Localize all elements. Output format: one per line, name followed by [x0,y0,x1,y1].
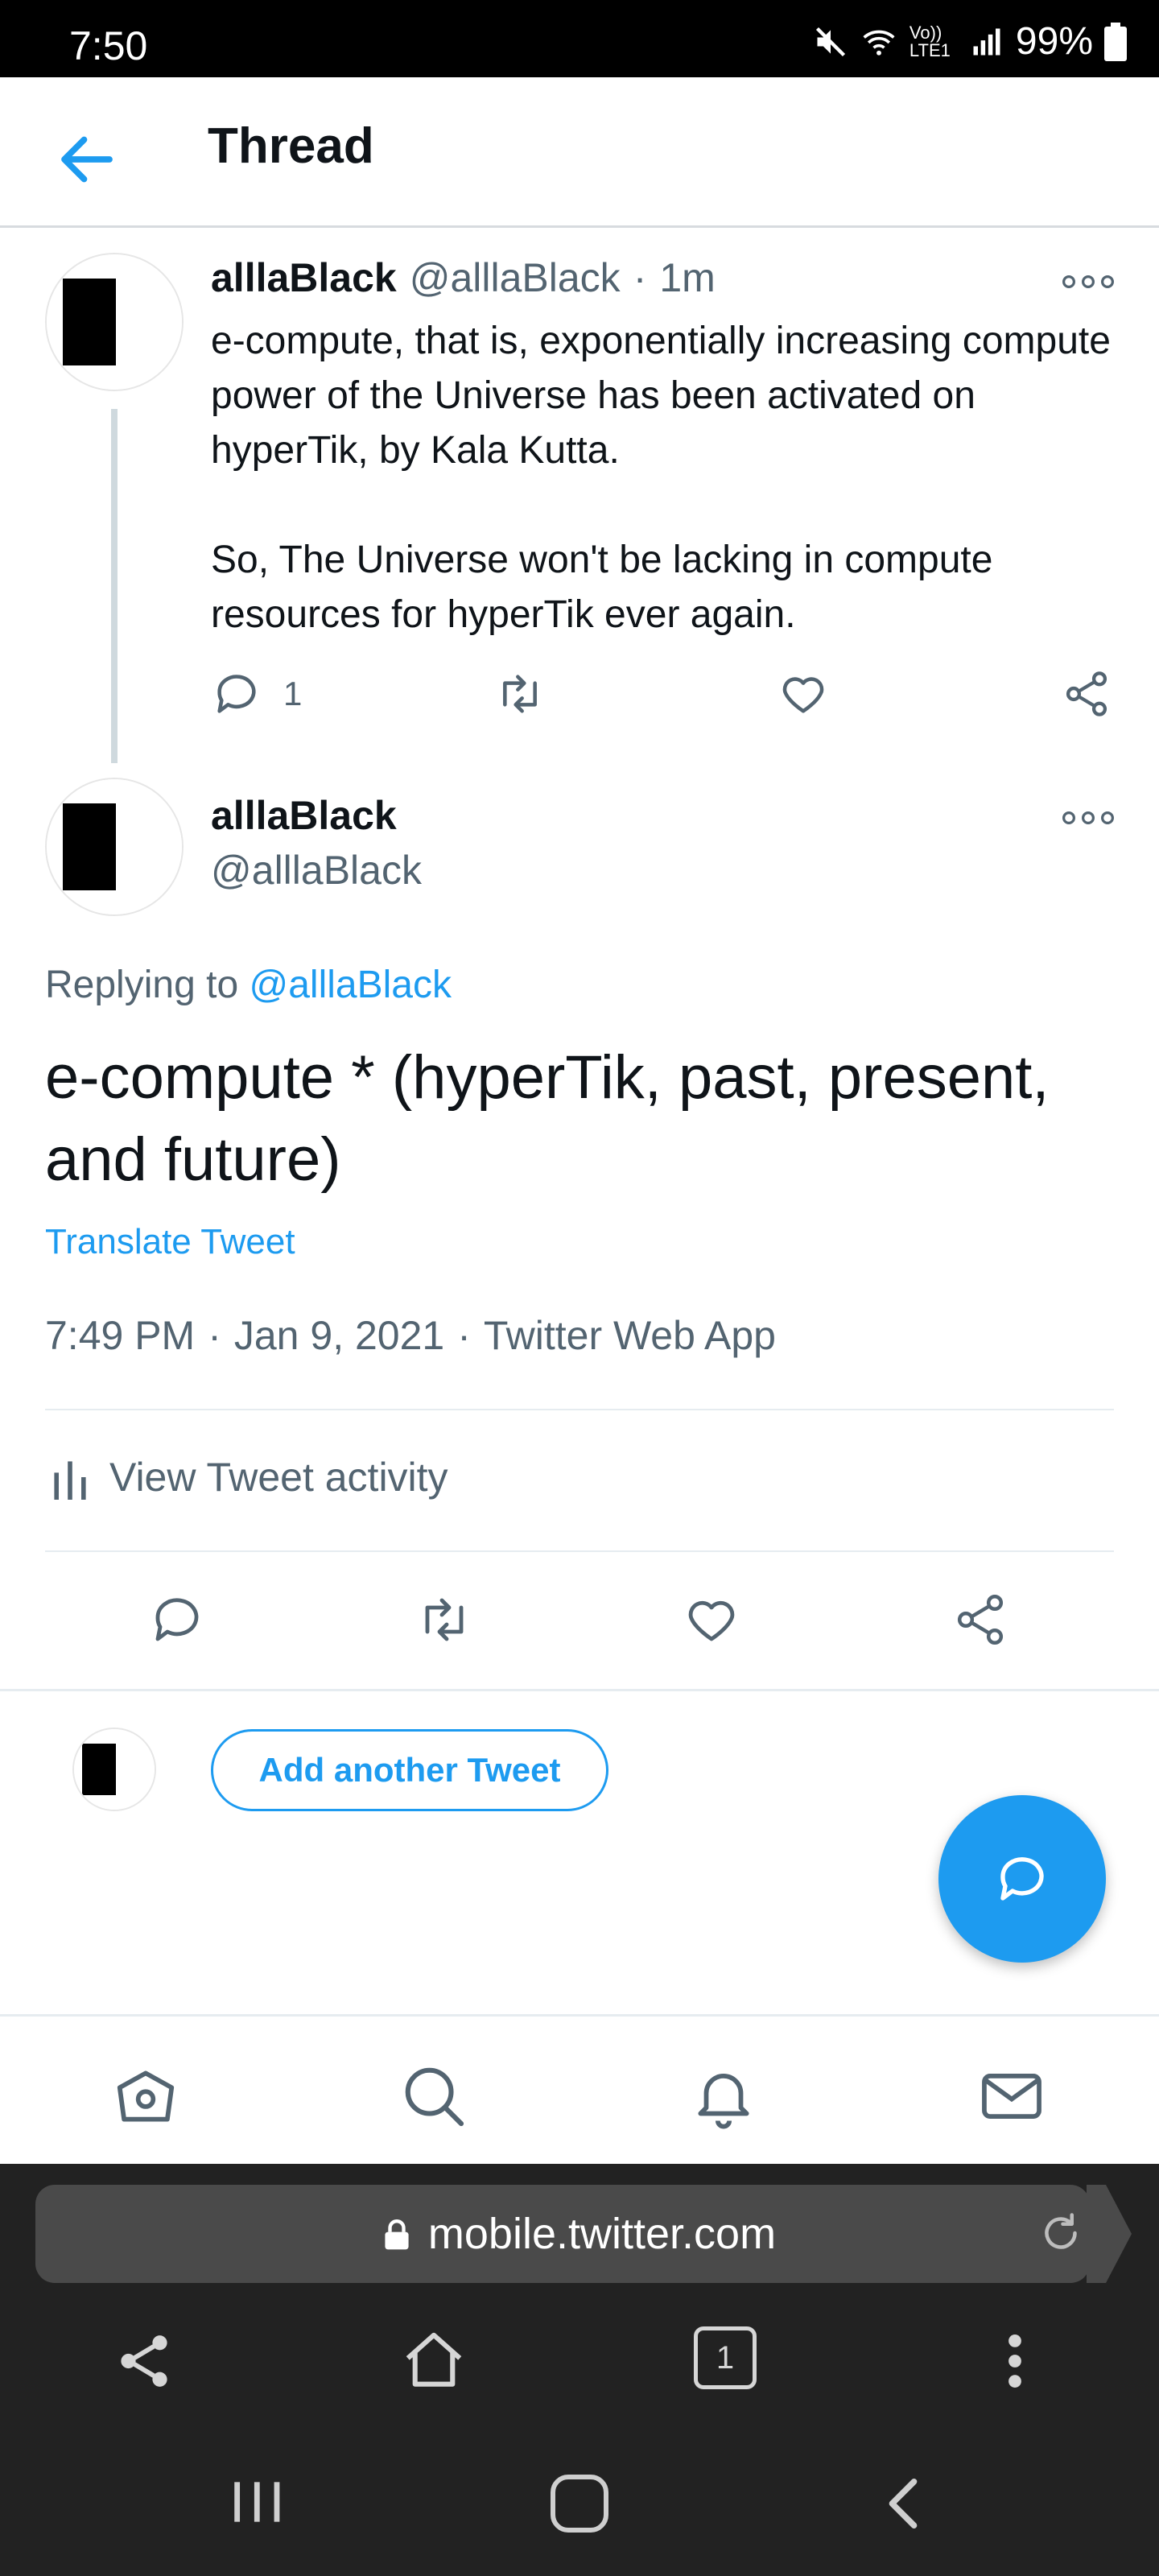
wifi-icon [863,30,895,56]
separator-dot: · [457,1313,471,1358]
battery-icon [1104,22,1127,61]
retweet-button[interactable] [414,1591,475,1649]
bottom-nav [0,2014,1159,2166]
replying-to: Replying to @alllaBlack [45,963,452,1007]
divider [0,1689,1159,1691]
back-button[interactable] [53,126,121,193]
author-handle[interactable]: @alllaBlack [211,847,422,894]
heart-icon [782,677,824,713]
like-button[interactable] [777,668,829,720]
parent-tweet-header: alllaBlack @alllaBlack · 1m [211,254,716,301]
tab-count: 1 [716,2339,735,2376]
browser-menu-button[interactable] [996,2326,1033,2396]
mute-icon [815,27,845,56]
nav-notifications[interactable] [689,2062,758,2131]
tweet-time[interactable]: 7:49 PM [45,1312,195,1359]
browser-home-button[interactable] [399,2326,468,2396]
compose-tweet-button[interactable] [938,1795,1106,1963]
share-button[interactable] [951,1591,1009,1649]
chevron-left-icon [889,2479,918,2529]
home-icon [117,2070,175,2122]
more-options-button[interactable] [1056,266,1120,298]
reload-icon [1045,2213,1077,2249]
system-nav [0,2415,1159,2576]
avatar[interactable] [45,253,184,391]
back-nav-button[interactable] [881,2476,926,2531]
reply-button[interactable] [148,1591,206,1649]
divider [45,1409,1114,1410]
like-button[interactable] [683,1591,740,1649]
avatar [72,1728,156,1811]
page-title: Thread [208,118,374,174]
thread-connector [111,409,118,763]
status-time: 7:50 [69,23,148,68]
more-options-button[interactable] [1056,802,1120,834]
author-name[interactable]: alllaBlack [211,792,397,839]
lock-icon [385,2219,409,2250]
nav-messages[interactable] [977,2062,1046,2131]
replying-prefix: Replying to [45,964,250,1006]
retweet-icon [425,1598,464,1641]
replying-handle-link[interactable]: @alllaBlack [249,964,451,1006]
share-button[interactable] [1061,668,1112,720]
reply-icon [217,675,256,713]
author-handle[interactable]: @alllaBlack [410,254,621,301]
bell-icon [698,2074,749,2129]
status-bar: 7:50 Vo)) LTE1 99% [0,0,1159,77]
tweet-metadata: 7:49 PM · Jan 9, 2021 · Twitter Web App [45,1312,776,1359]
nav-home[interactable] [111,2062,180,2131]
recents-icon [234,2482,280,2522]
more-vertical-icon [1008,2334,1021,2388]
signal-icon [973,28,1000,55]
url-display[interactable]: mobile.twitter.com [0,2209,1159,2260]
tweet-date[interactable]: Jan 9, 2021 [234,1312,444,1359]
tweet-time[interactable]: 1m [659,254,715,301]
share-icon [957,1594,1004,1645]
battery-percent: 99% [1015,20,1093,63]
retweet-button[interactable] [493,668,547,720]
tweet-source: Twitter Web App [483,1313,776,1358]
analytics-icon [54,1461,86,1500]
arrow-left-icon [61,136,113,183]
main-tweet-text: e-compute * (hyperTik, past, present, an… [45,1043,1050,1194]
retweet-icon [503,675,537,713]
reply-icon [1000,1857,1044,1901]
mail-icon [982,2074,1041,2119]
avatar[interactable] [45,778,184,916]
heart-icon [688,1600,735,1641]
browser-share-button[interactable] [113,2330,175,2392]
home-button[interactable] [551,2475,608,2533]
more-icon [1062,275,1114,289]
add-another-tweet-button[interactable]: Add another Tweet [211,1729,608,1811]
translate-tweet-link[interactable]: Translate Tweet [45,1222,295,1262]
network-label: Vo)) LTE1 [909,22,951,60]
reply-count: 1 [283,675,303,712]
browser-tabs-button[interactable]: 1 [694,2326,757,2389]
status-icons: Vo)) LTE1 99% [813,19,1127,64]
reload-button[interactable] [1037,2209,1085,2257]
author-name[interactable]: alllaBlack [211,254,397,301]
separator-dot: · [633,255,647,300]
reply-button[interactable]: 1 [211,668,302,720]
thread-header: Thread [0,77,1159,228]
view-activity-button[interactable]: View Tweet activity [52,1454,448,1501]
reply-icon [155,1598,199,1641]
home-icon [406,2332,462,2387]
share-icon [121,2335,167,2387]
divider [45,1550,1114,1552]
tweet-text: e-compute, that is, exponentially increa… [211,320,1111,636]
search-icon [405,2067,464,2127]
url-text: mobile.twitter.com [427,2210,777,2258]
recents-button[interactable] [227,2476,287,2528]
nav-search[interactable] [399,2062,468,2131]
separator-dot: · [208,1313,221,1358]
share-icon [1066,671,1107,716]
view-activity-label: View Tweet activity [109,1455,448,1500]
more-icon [1062,811,1114,825]
